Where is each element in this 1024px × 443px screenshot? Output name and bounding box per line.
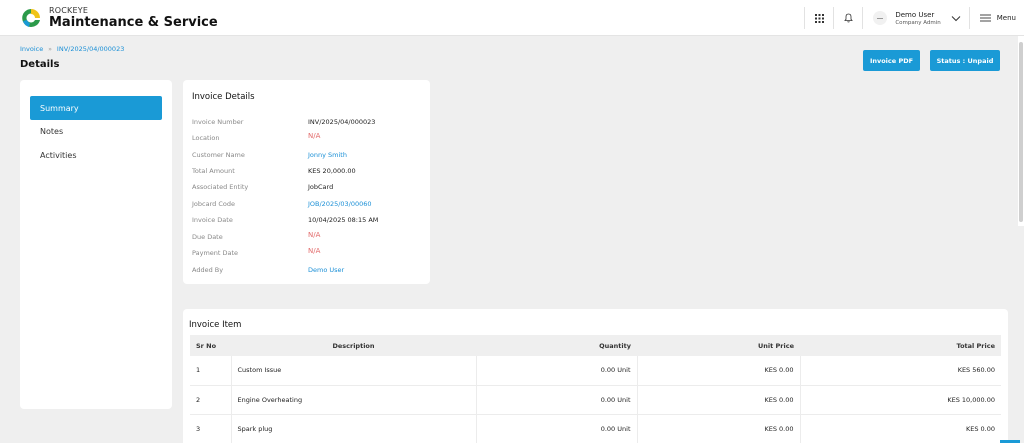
cell-quantity: 0.00 Unit: [476, 414, 638, 443]
field-label: Invoice Date: [192, 216, 233, 224]
brand-subtitle: ROCKEYE: [49, 6, 89, 15]
payment-date-value: N/A: [308, 247, 321, 255]
invoice-items-title: Invoice Item: [189, 320, 242, 330]
field-label: Invoice Number: [192, 118, 244, 126]
field-label: Total Amount: [192, 167, 235, 175]
cell-description: Spark plug: [231, 414, 477, 443]
field-label: Associated Entity: [192, 183, 249, 191]
bell-icon: [843, 13, 853, 23]
page-scrollbar[interactable]: [1018, 36, 1024, 226]
sidebar-item-label: Summary: [40, 103, 79, 113]
user-role: Company Admin: [895, 19, 941, 26]
cell-description: Engine Overheating: [231, 385, 477, 415]
hamburger-menu-icon: [979, 14, 991, 22]
total-amount-value: KES 20,000.00: [308, 167, 356, 175]
sidebar-item-notes[interactable]: Notes: [30, 119, 162, 143]
cell-description: Custom Issue: [231, 356, 477, 386]
apps-button[interactable]: [805, 0, 833, 36]
table-row: 2 Engine Overheating 0.00 Unit KES 0.00 …: [190, 385, 1001, 415]
location-value: N/A: [308, 132, 321, 140]
top-header: ROCKEYE Maintenance & Service Demo User …: [0, 0, 1024, 36]
cell-quantity: 0.00 Unit: [476, 385, 638, 415]
field-label: Payment Date: [192, 249, 239, 257]
cell-sr-no: 1: [190, 356, 232, 386]
column-header-sr-no: Sr No: [190, 335, 231, 356]
cell-total-price: KES 0.00: [800, 414, 1001, 443]
invoice-details-card: Invoice Details Invoice Number INV/2025/…: [183, 80, 430, 284]
user-name: Demo User: [895, 10, 935, 19]
cell-sr-no: 3: [190, 414, 232, 443]
field-label: Added By: [192, 266, 224, 274]
field-label: Due Date: [192, 233, 223, 241]
brand-title: Maintenance & Service: [49, 15, 218, 30]
associated-entity-value: JobCard: [308, 183, 334, 191]
jobcard-code-link[interactable]: JOB/2025/03/00060: [308, 200, 372, 208]
cell-total-price: KES 10,000.00: [800, 385, 1001, 415]
menu-label: Menu: [996, 14, 1016, 22]
header-actions: Demo User Company Admin Menu: [804, 0, 1024, 36]
cell-quantity: 0.00 Unit: [476, 356, 638, 386]
sidebar-item-activities[interactable]: Activities: [30, 143, 162, 167]
page-title: Details: [20, 59, 60, 70]
column-header-description: Description: [231, 335, 476, 356]
column-header-quantity: Quantity: [476, 335, 637, 356]
invoice-pdf-button[interactable]: Invoice PDF: [863, 50, 920, 71]
sidebar-item-summary[interactable]: Summary: [30, 96, 162, 120]
invoice-details-title: Invoice Details: [192, 92, 255, 102]
invoice-number-value: INV/2025/04/000023: [308, 118, 376, 126]
details-sidebar: Summary Notes Activities: [20, 80, 172, 409]
chevron-down-icon: [951, 15, 961, 21]
breadcrumb-current[interactable]: INV/2025/04/000023: [57, 45, 124, 53]
apps-grid-icon: [814, 13, 824, 23]
table-row: 1 Custom Issue 0.00 Unit KES 0.00 KES 56…: [190, 356, 1001, 386]
breadcrumb-separator-icon: »: [48, 45, 52, 53]
customer-name-link[interactable]: Jonny Smith: [308, 151, 347, 159]
added-by-link[interactable]: Demo User: [308, 266, 344, 274]
sidebar-item-label: Activities: [40, 150, 77, 160]
cell-unit-price: KES 0.00: [637, 414, 801, 443]
column-header-unit-price: Unit Price: [637, 335, 800, 356]
field-label: Location: [192, 134, 220, 142]
table-header-row: Sr No Description Quantity Unit Price To…: [190, 335, 1001, 356]
breadcrumb-invoice-link[interactable]: Invoice: [20, 45, 43, 53]
rockeye-logo-icon[interactable]: [20, 7, 42, 29]
cell-unit-price: KES 0.00: [637, 356, 801, 386]
field-label: Customer Name: [192, 151, 245, 159]
scrollbar-thumb[interactable]: [1019, 42, 1023, 222]
cell-unit-price: KES 0.00: [637, 385, 801, 415]
invoice-date-value: 10/04/2025 08:15 AM: [308, 216, 379, 224]
sidebar-item-label: Notes: [40, 126, 64, 136]
due-date-value: N/A: [308, 231, 321, 239]
status-button[interactable]: Status : Unpaid: [930, 50, 1000, 71]
avatar: [873, 11, 888, 25]
notifications-button[interactable]: [834, 0, 862, 36]
column-header-total-price: Total Price: [800, 335, 1001, 356]
invoice-items-card: Invoice Item Sr No Description Quantity …: [183, 309, 1008, 443]
table-row: 3 Spark plug 0.00 Unit KES 0.00 KES 0.00: [190, 414, 1001, 443]
cell-sr-no: 2: [190, 385, 232, 415]
user-menu[interactable]: Demo User Company Admin: [863, 0, 968, 36]
user-info: Demo User Company Admin: [895, 11, 940, 26]
field-label: Jobcard Code: [192, 200, 235, 208]
menu-button[interactable]: Menu: [970, 0, 1024, 36]
cell-total-price: KES 560.00: [800, 356, 1001, 386]
breadcrumb: Invoice » INV/2025/04/000023: [20, 45, 124, 53]
invoice-items-table: Sr No Description Quantity Unit Price To…: [190, 335, 1001, 443]
